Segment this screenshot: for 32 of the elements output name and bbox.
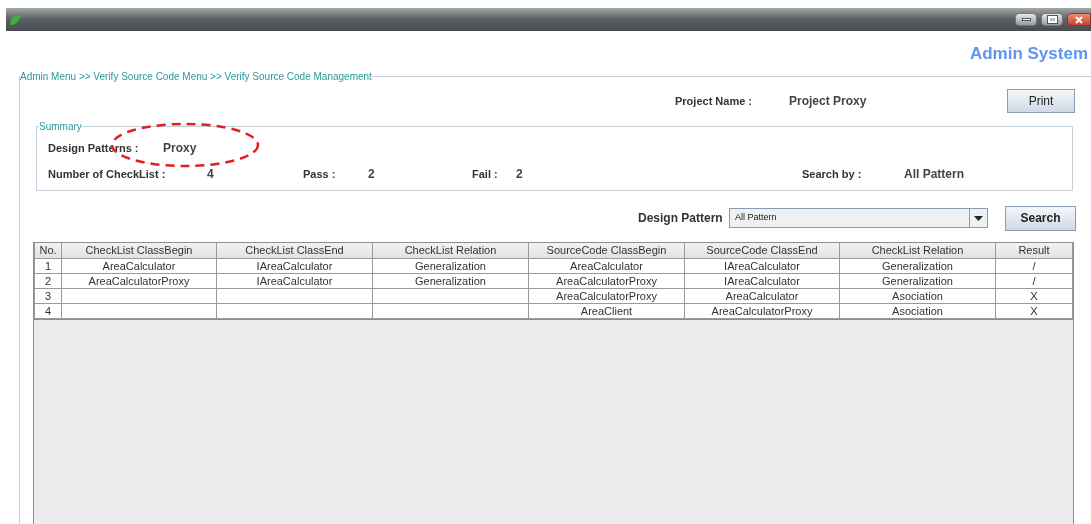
stat-value: 2 <box>516 166 524 183</box>
stat-value: All Pattern <box>904 166 965 183</box>
project-name-value: Project Proxy <box>789 93 868 110</box>
stat-label: Pass : <box>303 166 337 182</box>
leaf-icon <box>9 13 21 26</box>
column-header: SourceCode ClassEnd <box>684 243 840 258</box>
column-header: CheckList Relation <box>372 243 529 258</box>
column-header: CheckList ClassEnd <box>216 243 373 258</box>
close-button[interactable] <box>1067 13 1091 26</box>
pattern-dropdown[interactable]: All Pattern <box>729 208 988 228</box>
column-header: Result <box>995 243 1073 258</box>
design-patterns-value: Proxy <box>163 140 197 157</box>
column-header: CheckList ClassBegin <box>61 243 217 258</box>
breadcrumb: Admin Menu >> Verify Source Code Menu >> Verify Source Code Management <box>20 70 372 84</box>
caret-icon <box>974 215 983 221</box>
stat-value: 2 <box>368 166 376 183</box>
design-pattern-label: Design Pattern <box>638 210 724 227</box>
column-header: CheckList Relation <box>839 243 996 258</box>
stat-label: Search by : <box>802 166 863 182</box>
stat-label: Number of CheckList : <box>48 166 167 182</box>
column-header: SourceCode ClassBegin <box>528 243 685 258</box>
app-title: Admin System <box>969 43 1088 66</box>
print-button[interactable]: Print <box>1007 89 1075 113</box>
minimize-button[interactable] <box>1015 13 1037 26</box>
close-icon <box>1075 15 1083 24</box>
summary-legend: Summary <box>39 119 82 134</box>
stat-label: Fail : <box>472 166 499 182</box>
search-button[interactable]: Search <box>1005 205 1076 231</box>
project-name-label: Project Name : <box>675 93 754 109</box>
maximize-button[interactable] <box>1041 13 1063 26</box>
column-header: No. <box>34 243 62 258</box>
stat-value: 4 <box>207 166 215 183</box>
